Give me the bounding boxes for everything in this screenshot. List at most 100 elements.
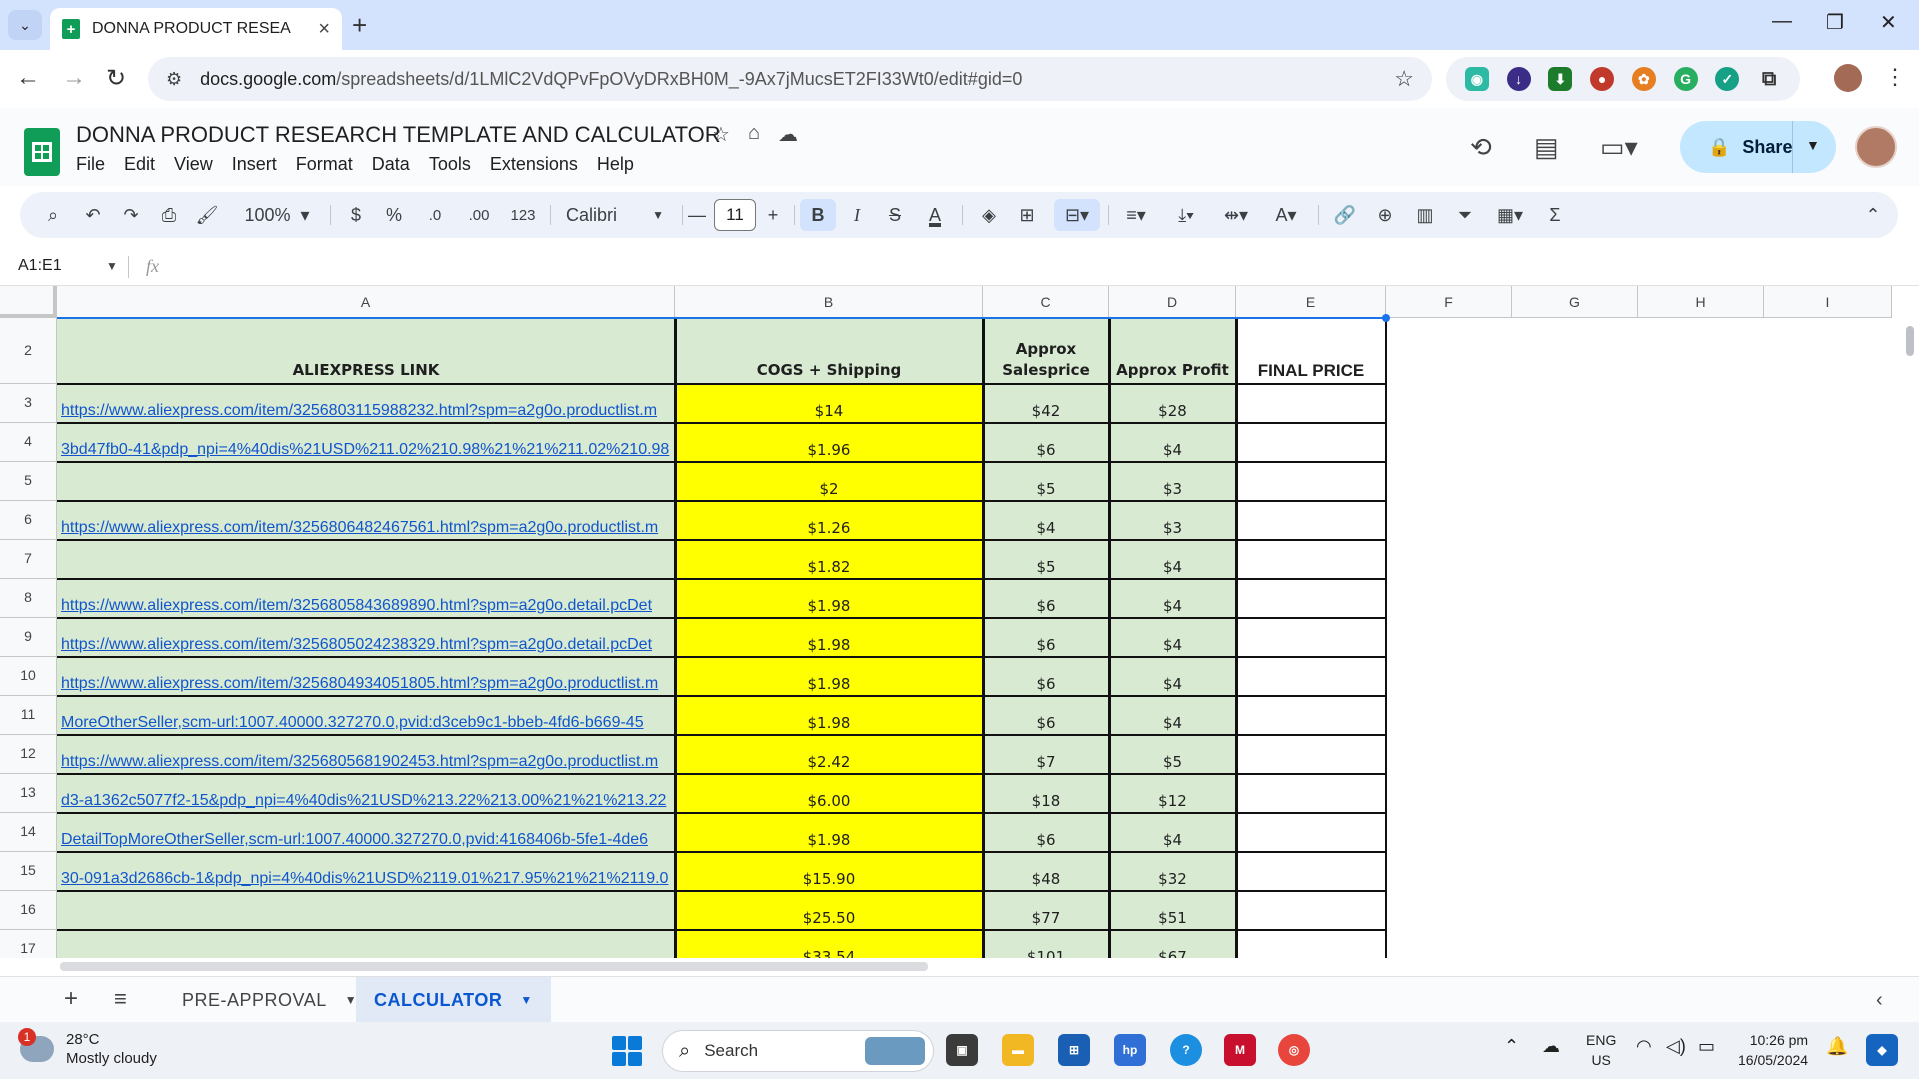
row-header[interactable]: 17 xyxy=(0,930,57,960)
new-tab-icon[interactable]: + xyxy=(352,10,367,41)
column-header-h[interactable]: H xyxy=(1638,286,1764,318)
add-sheet-icon[interactable]: + xyxy=(64,985,78,1013)
collapse-toolbar-icon[interactable]: ⌃ xyxy=(1858,192,1888,238)
spreadsheet-grid[interactable]: A B C D E F G H I 2 ALIEXPRESS LINK COGS + Shipping… xyxy=(0,286,1919,960)
wifi-icon[interactable]: ◠ xyxy=(1636,1036,1652,1057)
link-cell[interactable]: MoreOtherSeller,scm-url:1007.40000.32727… xyxy=(57,696,675,735)
salesprice-cell[interactable]: $18 xyxy=(983,774,1109,813)
notifications-bell-icon[interactable]: 🔔 xyxy=(1826,1036,1848,1057)
sheet-tab-pre-approval[interactable]: PRE-APPROVAL ▼ xyxy=(164,977,375,1023)
minimize-icon[interactable]: — xyxy=(1772,10,1792,33)
bold-icon[interactable]: B xyxy=(800,199,836,231)
color-picker-extension-icon[interactable]: ● xyxy=(1590,67,1615,91)
fill-color-icon[interactable]: ◈ xyxy=(974,192,1004,238)
link-cell[interactable]: https://www.aliexpress.com/item/32568050… xyxy=(57,618,675,657)
menu-file[interactable]: File xyxy=(76,154,105,175)
insert-chart-icon[interactable]: ▥ xyxy=(1410,192,1440,238)
final-price-cell[interactable] xyxy=(1236,540,1386,579)
onedrive-icon[interactable]: ☁ xyxy=(1542,1036,1560,1057)
header-cell-e[interactable]: FINAL PRICE xyxy=(1236,318,1386,384)
sheet-tab-calculator[interactable]: CALCULATOR ▼ xyxy=(356,977,551,1023)
undo-icon[interactable]: ↶ xyxy=(78,192,108,238)
zoom-select[interactable]: 100% ▾ xyxy=(232,192,322,238)
comments-icon[interactable]: ▤ xyxy=(1534,132,1559,163)
link-cell[interactable]: https://www.aliexpress.com/item/32568056… xyxy=(57,735,675,774)
cogs-cell[interactable]: $2.42 xyxy=(675,735,983,774)
italic-icon[interactable]: I xyxy=(842,192,872,238)
salesprice-cell[interactable]: $6 xyxy=(983,657,1109,696)
final-price-cell[interactable] xyxy=(1236,501,1386,540)
link-cell[interactable] xyxy=(57,540,675,579)
menu-help[interactable]: Help xyxy=(597,154,634,175)
functions-icon[interactable]: Σ xyxy=(1540,192,1570,238)
increase-font-size-icon[interactable]: + xyxy=(760,192,786,238)
column-header-a[interactable]: A xyxy=(57,286,675,318)
horizontal-scrollbar[interactable] xyxy=(60,962,928,971)
site-info-icon[interactable]: ⚙ xyxy=(166,69,182,90)
link-cell[interactable] xyxy=(57,891,675,930)
move-folder-icon[interactable]: ⌂ xyxy=(748,122,760,147)
header-cell-a[interactable]: ALIEXPRESS LINK xyxy=(57,318,675,384)
salesprice-cell[interactable]: $6 xyxy=(983,813,1109,852)
filter-icon[interactable]: ⏷ xyxy=(1450,192,1480,238)
browser-tab[interactable]: + DONNA PRODUCT RESEARCH T × xyxy=(50,8,342,50)
profit-cell[interactable]: $4 xyxy=(1109,540,1236,579)
row-header[interactable]: 2 xyxy=(0,318,57,384)
salesprice-cell[interactable]: $5 xyxy=(983,540,1109,579)
row-header[interactable]: 16 xyxy=(0,891,57,930)
select-all-corner[interactable] xyxy=(0,286,57,318)
menu-tools[interactable]: Tools xyxy=(429,154,471,175)
name-box-dropdown-icon[interactable]: ▼ xyxy=(106,259,118,273)
extension-icon[interactable]: ◉ xyxy=(1464,67,1489,91)
font-select[interactable]: Calibri ▼ xyxy=(560,192,670,238)
column-header-d[interactable]: D xyxy=(1109,286,1236,318)
close-window-icon[interactable]: ✕ xyxy=(1880,10,1897,35)
cogs-cell[interactable]: $1.82 xyxy=(675,540,983,579)
tab-search-button[interactable]: ⌄ xyxy=(8,10,42,40)
column-header-g[interactable]: G xyxy=(1512,286,1638,318)
grammarly-extension-icon[interactable]: G xyxy=(1673,67,1698,91)
link-cell[interactable]: https://www.aliexpress.com/item/32568064… xyxy=(57,501,675,540)
salesprice-cell[interactable]: $77 xyxy=(983,891,1109,930)
final-price-cell[interactable] xyxy=(1236,774,1386,813)
account-avatar[interactable] xyxy=(1855,126,1897,168)
pinwheel-extension-icon[interactable]: ✿ xyxy=(1631,67,1656,91)
taskbar-search[interactable]: ⌕ Search xyxy=(662,1030,934,1072)
profit-cell[interactable]: $4 xyxy=(1109,579,1236,618)
cogs-cell[interactable]: $6.00 xyxy=(675,774,983,813)
decrease-font-size-icon[interactable]: — xyxy=(684,192,710,238)
show-hidden-icons-icon[interactable]: ⌃ xyxy=(1504,1036,1519,1057)
salesprice-cell[interactable]: $5 xyxy=(983,462,1109,501)
link-cell[interactable]: 30-091a3d2686cb-1&pdp_npi=4%40dis%21USD%… xyxy=(57,852,675,891)
salesprice-cell[interactable]: $101 xyxy=(983,930,1109,960)
more-formats-button[interactable]: 123 xyxy=(504,192,542,238)
row-header[interactable]: 14 xyxy=(0,813,57,852)
column-header-i[interactable]: I xyxy=(1764,286,1892,318)
close-tab-icon[interactable]: × xyxy=(318,18,330,41)
menu-format[interactable]: Format xyxy=(296,154,353,175)
text-rotation-icon[interactable]: A▾ xyxy=(1266,192,1306,238)
profit-cell[interactable]: $32 xyxy=(1109,852,1236,891)
menu-view[interactable]: View xyxy=(174,154,213,175)
vertical-align-icon[interactable]: ⤓▾ xyxy=(1166,192,1206,238)
profit-cell[interactable]: $12 xyxy=(1109,774,1236,813)
meet-icon[interactable]: ▭▾ xyxy=(1600,132,1638,163)
row-header[interactable]: 9 xyxy=(0,618,57,657)
volume-icon[interactable]: ◁) xyxy=(1666,1036,1686,1057)
sheet-tab-dropdown-icon[interactable]: ▼ xyxy=(520,993,532,1007)
final-price-cell[interactable] xyxy=(1236,423,1386,462)
restore-icon[interactable]: ❐ xyxy=(1826,10,1844,35)
final-price-cell[interactable] xyxy=(1236,618,1386,657)
file-explorer-icon[interactable]: ▬ xyxy=(1002,1034,1034,1066)
row-header[interactable]: 6 xyxy=(0,501,57,540)
document-title[interactable]: DONNA PRODUCT RESEARCH TEMPLATE AND CALC… xyxy=(76,122,721,148)
final-price-cell[interactable] xyxy=(1236,735,1386,774)
row-header[interactable]: 7 xyxy=(0,540,57,579)
menu-insert[interactable]: Insert xyxy=(232,154,277,175)
menu-data[interactable]: Data xyxy=(372,154,410,175)
collapse-sidepanel-icon[interactable]: ‹ xyxy=(1876,989,1883,1012)
column-header-b[interactable]: B xyxy=(675,286,983,318)
row-header[interactable]: 3 xyxy=(0,384,57,423)
final-price-cell[interactable] xyxy=(1236,579,1386,618)
font-size-input[interactable]: 11 xyxy=(714,199,756,231)
